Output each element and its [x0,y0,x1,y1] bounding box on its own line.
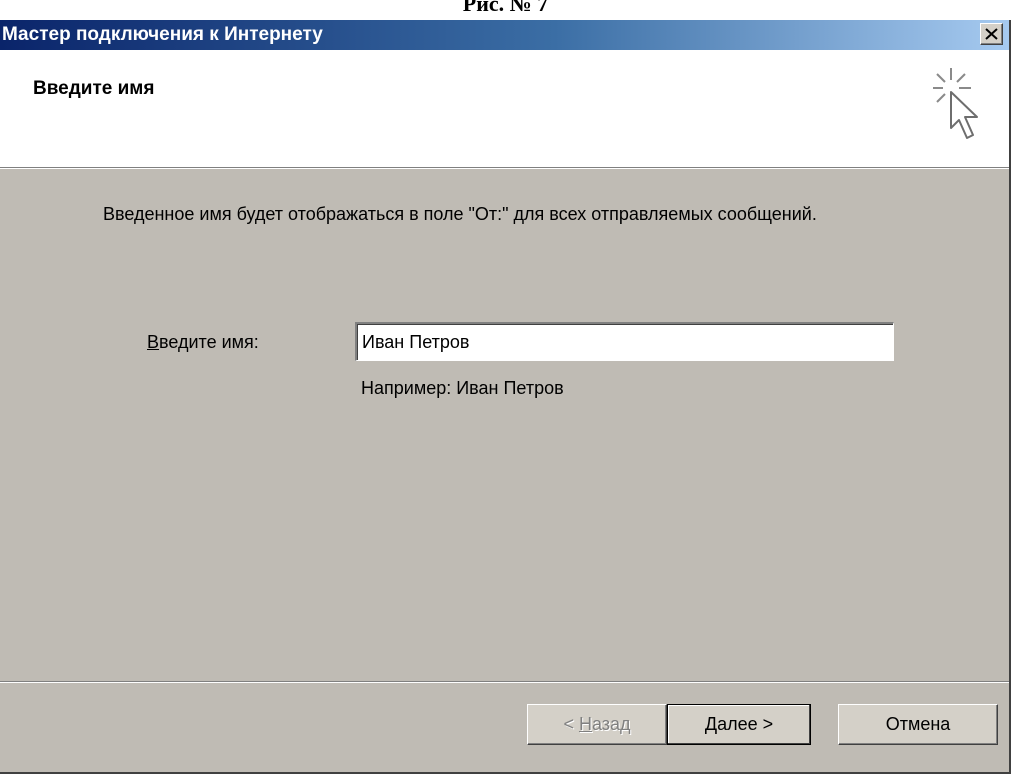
back-hotkey: Н [578,714,592,734]
figure-caption: Рис. № 7 [462,0,549,16]
back-text: азад [591,714,631,734]
window-title: Мастер подключения к Интернету [2,24,323,45]
caption-strip: Рис. № 7 [0,0,1011,20]
wizard-header: Введите имя [0,50,1009,167]
close-icon [985,28,998,40]
page-title: Введите имя [33,78,155,99]
back-prefix: < [563,714,579,734]
description-text: Введенное имя будет отображаться в поле … [103,204,817,224]
header-separator [0,167,1009,169]
example-hint: Например: Иван Петров [361,378,564,398]
wizard-dialog: Мастер подключения к Интернету Введите и… [0,20,1011,774]
name-label-hotkey: В [147,332,160,352]
cancel-button[interactable]: Отмена [838,704,998,745]
close-button[interactable] [980,23,1003,45]
name-input[interactable] [355,322,894,361]
name-label: Введите имя: [147,332,259,353]
next-button[interactable]: Далее > [667,704,811,745]
wizard-cursor-icon [933,68,978,139]
footer-separator [0,681,1009,683]
title-bar[interactable]: Мастер подключения к Интернету [0,20,1009,50]
name-label-text: ведите имя: [159,332,259,352]
back-button[interactable]: < Назад [527,704,667,745]
